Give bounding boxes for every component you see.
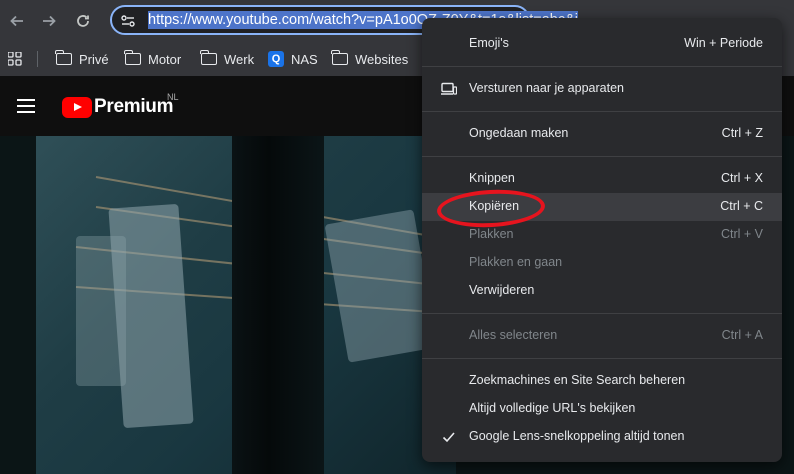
context-menu: Emoji's Win + Periode Versturen naar je … <box>422 18 782 462</box>
menu-item-google-lens-shortcut[interactable]: Google Lens-snelkoppeling altijd tonen <box>422 423 782 451</box>
country-code: NL <box>167 92 179 102</box>
menu-item-label: Knippen <box>469 171 515 185</box>
checkmark-icon <box>442 432 455 443</box>
menu-item-paste-and-go[interactable]: Plakken en gaan <box>422 249 782 277</box>
nas-icon: Q <box>268 51 284 67</box>
menu-item-shortcut: Ctrl + A <box>721 328 763 342</box>
apps-grid-icon[interactable] <box>8 52 22 66</box>
folder-icon <box>55 50 72 65</box>
site-settings-icon[interactable] <box>120 13 136 29</box>
menu-item-label: Zoekmachines en Site Search beheren <box>469 373 686 387</box>
menu-separator <box>422 111 782 112</box>
menu-item-label: Plakken <box>469 227 514 241</box>
menu-item-shortcut: Ctrl + Z <box>721 126 763 140</box>
menu-separator <box>422 156 782 157</box>
folder-icon <box>124 50 141 65</box>
bookmark-motor[interactable]: Motor <box>124 49 182 69</box>
menu-item-label: Google Lens-snelkoppeling altijd tonen <box>469 429 685 443</box>
menu-item-label: Ongedaan maken <box>469 126 569 140</box>
reload-icon <box>77 15 89 27</box>
video-frame <box>36 136 456 474</box>
menu-item-show-full-urls[interactable]: Altijd volledige URL's bekijken <box>422 395 782 423</box>
arrow-left-icon <box>10 15 23 27</box>
menu-item-shortcut: Ctrl + V <box>720 227 763 241</box>
bookmark-werk[interactable]: Werk <box>200 49 255 69</box>
bookmark-prive[interactable]: Privé <box>55 49 109 69</box>
menu-item-undo[interactable]: Ongedaan maken Ctrl + Z <box>422 120 782 148</box>
bookmark-label: Werk <box>224 51 255 67</box>
bookmark-label: NAS <box>291 51 318 67</box>
devices-icon <box>441 82 457 95</box>
menu-item-manage-search-engines[interactable]: Zoekmachines en Site Search beheren <box>422 367 782 395</box>
bookmarks-divider <box>37 51 38 67</box>
menu-item-delete[interactable]: Verwijderen <box>422 277 782 305</box>
menu-item-select-all[interactable]: Alles selecteren Ctrl + A <box>422 322 782 350</box>
menu-item-label: Verwijderen <box>469 283 535 297</box>
menu-item-copy[interactable]: Kopiëren Ctrl + C <box>422 193 782 221</box>
menu-item-label: Alles selecteren <box>469 328 558 342</box>
reload-button[interactable] <box>70 8 96 34</box>
youtube-logo-icon[interactable] <box>62 97 92 118</box>
menu-separator <box>422 313 782 314</box>
arrow-right-icon <box>43 15 56 27</box>
bookmark-label: Websites <box>355 51 409 67</box>
bookmark-label: Privé <box>79 51 109 67</box>
menu-icon[interactable] <box>17 99 35 113</box>
menu-item-shortcut: Ctrl + C <box>720 199 763 213</box>
menu-item-send-to-devices[interactable]: Versturen naar je apparaten <box>422 75 782 103</box>
folder-icon <box>200 50 217 65</box>
menu-item-label: Kopiëren <box>469 199 520 213</box>
forward-button[interactable] <box>36 8 62 34</box>
menu-item-label: Emoji's <box>469 36 509 50</box>
folder-icon <box>331 50 348 65</box>
bookmark-label: Motor <box>148 51 182 67</box>
menu-item-paste[interactable]: Plakken Ctrl + V <box>422 221 782 249</box>
menu-separator <box>422 358 782 359</box>
menu-item-cut[interactable]: Knippen Ctrl + X <box>422 165 782 193</box>
menu-separator <box>422 66 782 67</box>
menu-item-label: Altijd volledige URL's bekijken <box>469 401 636 415</box>
menu-item-emoji[interactable]: Emoji's Win + Periode <box>422 30 782 58</box>
menu-item-shortcut: Win + Periode <box>684 36 763 50</box>
menu-item-label: Versturen naar je apparaten <box>469 81 624 95</box>
menu-item-label: Plakken en gaan <box>469 255 563 269</box>
menu-item-shortcut: Ctrl + X <box>720 171 763 185</box>
bookmark-nas[interactable]: Q NAS <box>268 49 318 69</box>
back-button[interactable] <box>4 8 30 34</box>
youtube-premium-logo-text[interactable]: Premium <box>94 96 174 118</box>
bookmark-websites[interactable]: Websites <box>331 49 409 69</box>
